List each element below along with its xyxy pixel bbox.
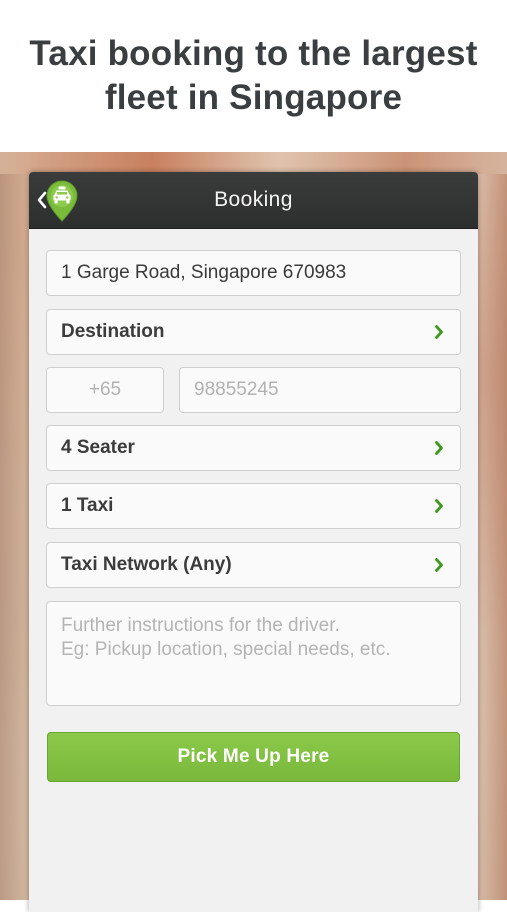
destination-selector[interactable]: Destination <box>46 309 461 355</box>
promo-header: Taxi booking to the largest fleet in Sin… <box>0 0 507 152</box>
phone-number-field[interactable]: 98855245 <box>179 367 461 413</box>
vehicle-type-selector[interactable]: 4 Seater <box>46 425 461 471</box>
pick-me-up-button[interactable]: Pick Me Up Here <box>47 732 460 782</box>
instructions-placeholder-line-1: Further instructions for the driver. <box>61 615 340 636</box>
top-bar: Booking <box>29 172 478 229</box>
vehicle-type-label: 4 Seater <box>61 437 135 458</box>
country-code-value: +65 <box>88 379 122 400</box>
promo-headline: Taxi booking to the largest fleet in Sin… <box>29 34 478 117</box>
taxi-count-label: 1 Taxi <box>61 495 114 516</box>
pickup-address-field[interactable]: 1 Garge Road, Singapore 670983 <box>46 250 461 296</box>
background-band <box>0 152 507 174</box>
phone-number-value: 98855245 <box>194 379 279 400</box>
taxi-network-label: Taxi Network (Any) <box>61 554 232 575</box>
chevron-right-icon <box>435 325 443 339</box>
chevron-right-icon <box>435 441 443 455</box>
driver-instructions-textarea[interactable]: Further instructions for the driver. Eg:… <box>46 601 461 706</box>
chevron-right-icon <box>435 499 443 513</box>
instructions-placeholder-line-2: Eg: Pickup location, special needs, etc. <box>61 639 391 660</box>
destination-label: Destination <box>61 321 165 342</box>
booking-card: Booking 1 Garge Road, Singapore 670983 D… <box>29 172 478 912</box>
taxi-network-selector[interactable]: Taxi Network (Any) <box>46 542 461 588</box>
pickup-address-value: 1 Garge Road, Singapore 670983 <box>61 262 347 283</box>
chevron-right-icon <box>435 558 443 572</box>
taxi-count-selector[interactable]: 1 Taxi <box>46 483 461 529</box>
page-title: Booking <box>214 188 293 211</box>
country-code-field[interactable]: +65 <box>46 367 164 413</box>
instructions-placeholder: Further instructions for the driver. Eg:… <box>61 614 446 662</box>
